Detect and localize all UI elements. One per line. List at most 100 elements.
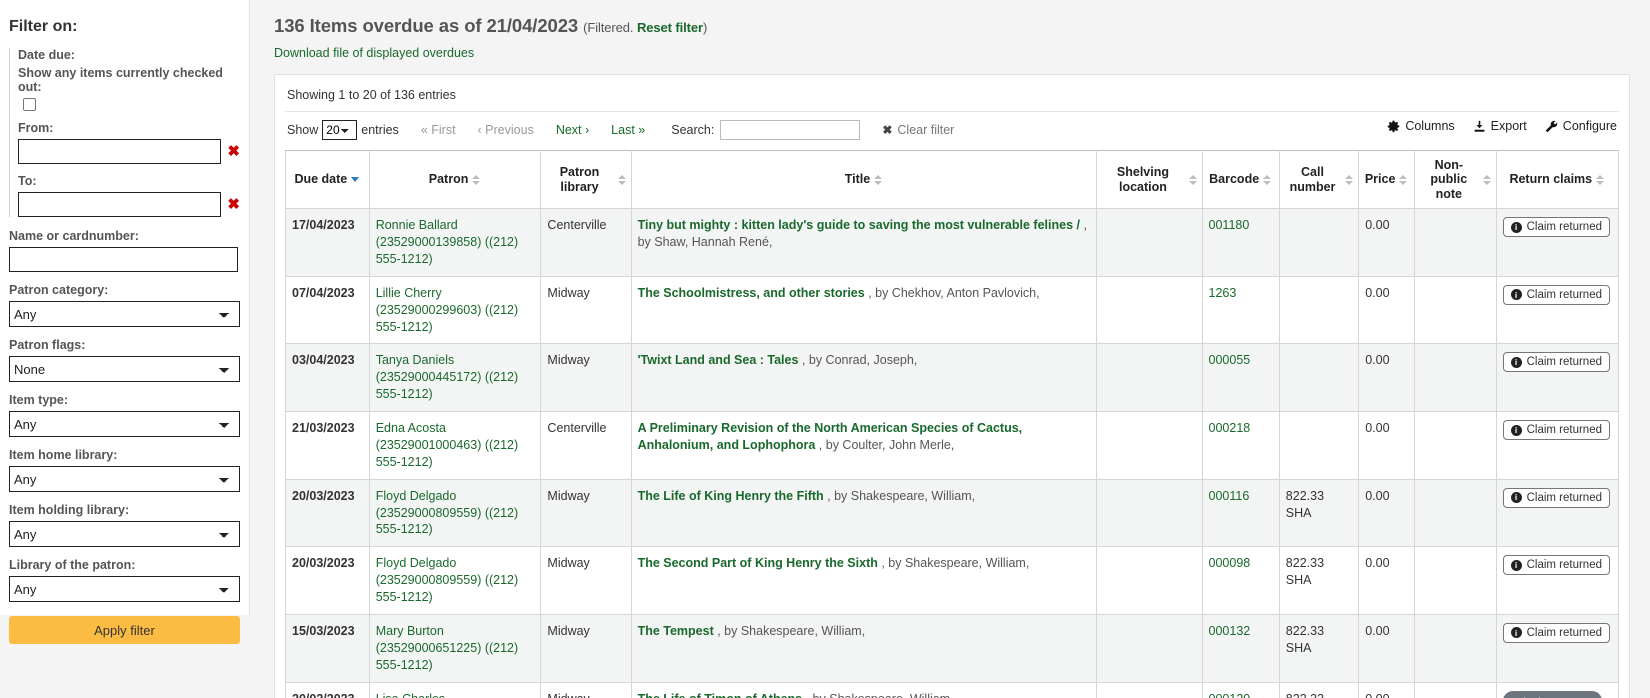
claim-returned-button[interactable]: iClaim returned: [1503, 420, 1610, 440]
table-row: 20/02/2023Lisa Charles (23529000197047) …: [286, 682, 1619, 698]
export-button[interactable]: Export: [1473, 119, 1527, 133]
claim-returned-label: Claim returned: [1527, 559, 1602, 571]
page-root: Filter on: Date due: Show any items curr…: [0, 0, 1650, 698]
pagination-previous[interactable]: ‹ Previous: [478, 123, 534, 137]
col-header-barcode[interactable]: Barcode: [1202, 151, 1279, 209]
col-header-shelving-location[interactable]: Shelving location: [1097, 151, 1202, 209]
entries-per-page-select[interactable]: 20: [322, 120, 357, 140]
sort-icon: [1189, 174, 1198, 186]
cell-title: The Second Part of King Henry the Sixth …: [631, 547, 1097, 615]
col-header-patron-library-label: Patron library: [545, 165, 613, 194]
cell-non-public-note: [1415, 209, 1497, 277]
search-input[interactable]: [720, 120, 860, 140]
close-icon: ✖: [882, 123, 892, 137]
patron-flags-select[interactable]: None: [9, 356, 240, 382]
patron-link[interactable]: Floyd Delgado (23529000809559) ((212) 55…: [376, 556, 518, 604]
col-header-due-date-label: Due date: [294, 172, 347, 186]
cell-due-date: 17/04/2023: [286, 209, 370, 277]
claim-returned-button[interactable]: iClaim returned: [1503, 285, 1610, 305]
col-header-call-number[interactable]: Call number: [1279, 151, 1358, 209]
title-link[interactable]: Tiny but mighty : kitten lady's guide to…: [638, 218, 1080, 232]
pagination-next[interactable]: Next ›: [556, 123, 589, 137]
cell-due-date: 20/03/2023: [286, 479, 370, 547]
table-row: 03/04/2023Tanya Daniels (23529000445172)…: [286, 344, 1619, 412]
clear-from-icon[interactable]: ✖: [227, 144, 240, 159]
patron-link[interactable]: Floyd Delgado (23529000809559) ((212) 55…: [376, 489, 518, 537]
cell-non-public-note: [1415, 682, 1497, 698]
claim-returned-button[interactable]: iClaim returned: [1503, 555, 1610, 575]
patron-link[interactable]: Tanya Daniels (23529000445172) ((212) 55…: [376, 353, 518, 401]
cell-call-number: [1279, 344, 1358, 412]
col-header-price[interactable]: Price: [1359, 151, 1415, 209]
patron-link[interactable]: Edna Acosta (23529001000463) ((212) 555-…: [376, 421, 518, 469]
sort-icon: [472, 174, 481, 186]
barcode-link[interactable]: 000055: [1209, 353, 1251, 367]
table-row: 20/03/2023Floyd Delgado (23529000809559)…: [286, 547, 1619, 615]
title-link[interactable]: The Second Part of King Henry the Sixth: [638, 556, 878, 570]
search-label: Search:: [671, 123, 714, 137]
filtered-suffix: ): [703, 20, 707, 35]
barcode-link[interactable]: 000098: [1209, 556, 1251, 570]
col-header-patron-library[interactable]: Patron library: [541, 151, 631, 209]
col-header-due-date[interactable]: Due date: [286, 151, 370, 209]
barcode-link[interactable]: 001180: [1209, 218, 1250, 232]
claim-returned-button[interactable]: iClaim returned: [1503, 623, 1610, 643]
claim-returned-button[interactable]: iClaim returned: [1503, 488, 1610, 508]
title-link[interactable]: The Life of King Henry the Fifth: [638, 489, 824, 503]
name-or-cardnumber-input[interactable]: [9, 247, 238, 272]
show-checked-out-label: Show any items currently checked out:: [18, 66, 240, 94]
date-due-fieldset: Date due: Show any items currently check…: [9, 48, 240, 217]
date-from-input[interactable]: [18, 139, 221, 164]
sort-icon: [1263, 174, 1272, 186]
claim-returned-button[interactable]: iClaim returned: [1503, 217, 1610, 237]
title-byline: , by Shakespeare, William,: [878, 556, 1029, 570]
cell-patron: Lisa Charles (23529000197047) ((212) 555…: [369, 682, 541, 698]
download-line: Download file of displayed overdues: [274, 46, 1630, 60]
item-holding-library-select[interactable]: Any: [9, 521, 240, 547]
cell-due-date: 21/03/2023: [286, 412, 370, 480]
barcode-link[interactable]: 000218: [1209, 421, 1251, 435]
sort-icon: [874, 174, 883, 186]
configure-button[interactable]: Configure: [1545, 119, 1617, 133]
item-type-select[interactable]: Any: [9, 411, 240, 437]
columns-button[interactable]: Columns: [1387, 119, 1454, 133]
clear-filter-button[interactable]: ✖ Clear filter: [882, 123, 954, 137]
col-header-non-public-note[interactable]: Non-public note: [1415, 151, 1497, 209]
col-header-non-public-note-label: Non-public note: [1419, 158, 1479, 201]
title-link[interactable]: The Tempest: [638, 624, 714, 638]
title-byline: , by Coulter, John Merle,: [815, 438, 954, 452]
barcode-link[interactable]: 000129: [1209, 692, 1251, 698]
patron-category-select[interactable]: Any: [9, 301, 240, 327]
patron-link[interactable]: Ronnie Ballard (23529000139858) ((212) 5…: [376, 218, 518, 266]
reset-filter-link[interactable]: Reset filter: [637, 20, 703, 35]
library-of-patron-select[interactable]: Any: [9, 576, 240, 602]
show-checked-out-checkbox[interactable]: [23, 98, 36, 111]
barcode-link[interactable]: 000116: [1209, 489, 1250, 503]
cell-patron: Ronnie Ballard (23529000139858) ((212) 5…: [369, 209, 541, 277]
cell-barcode: 1263: [1202, 276, 1279, 344]
title-link[interactable]: The Life of Timon of Athens: [638, 692, 803, 698]
cell-title: A Preliminary Revision of the North Amer…: [631, 412, 1097, 480]
cell-barcode: 000055: [1202, 344, 1279, 412]
title-link[interactable]: The Schoolmistress, and other stories: [638, 286, 865, 300]
pagination-last[interactable]: Last »: [611, 123, 645, 137]
item-home-library-select[interactable]: Any: [9, 466, 240, 492]
date-to-input[interactable]: [18, 192, 221, 217]
patron-link[interactable]: Lisa Charles (23529000197047) ((212) 555…: [376, 692, 518, 698]
clear-to-icon[interactable]: ✖: [227, 197, 240, 212]
patron-link[interactable]: Mary Burton (23529000651225) ((212) 555-…: [376, 624, 518, 672]
col-header-return-claims[interactable]: Return claims: [1496, 151, 1618, 209]
claim-returned-label: Claim returned: [1527, 424, 1602, 436]
barcode-link[interactable]: 000132: [1209, 624, 1251, 638]
barcode-link[interactable]: 1263: [1209, 286, 1237, 300]
col-header-patron[interactable]: Patron: [369, 151, 541, 209]
claim-returned-button[interactable]: iClaim returned: [1503, 352, 1610, 372]
download-overdues-link[interactable]: Download file of displayed overdues: [274, 46, 474, 60]
col-header-shelving-location-label: Shelving location: [1101, 165, 1184, 194]
patron-link[interactable]: Lillie Cherry (23529000299603) ((212) 55…: [376, 286, 518, 334]
col-header-title[interactable]: Title: [631, 151, 1097, 209]
cell-call-number: [1279, 276, 1358, 344]
title-link[interactable]: 'Twixt Land and Sea : Tales: [638, 353, 799, 367]
apply-filter-button[interactable]: Apply filter: [9, 616, 240, 644]
pagination-first[interactable]: « First: [421, 123, 456, 137]
